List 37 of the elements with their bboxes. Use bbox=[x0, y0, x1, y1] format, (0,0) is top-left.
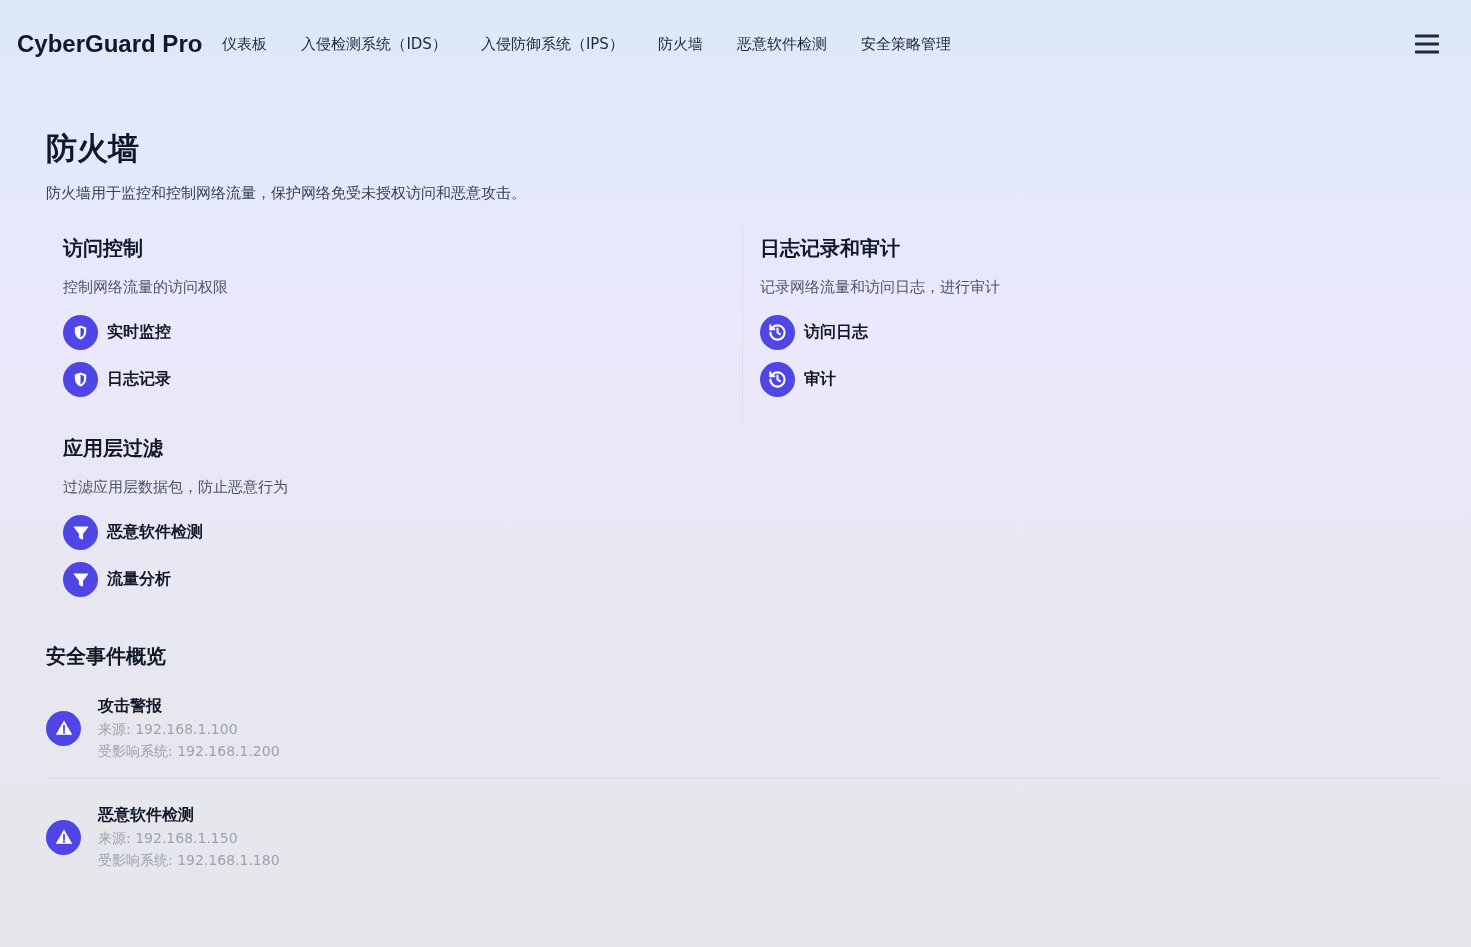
shield-icon bbox=[72, 371, 89, 388]
nav-link[interactable]: 安全策略管理 bbox=[860, 34, 951, 54]
menu-icon bbox=[1415, 34, 1439, 54]
history-icon bbox=[768, 370, 787, 389]
warning-icon bbox=[54, 828, 73, 846]
warning-icon bbox=[54, 719, 73, 737]
feature-label: 审计 bbox=[804, 369, 836, 390]
section-description: 记录网络流量和访问日志，进行审计 bbox=[760, 278, 1001, 297]
nav-link[interactable]: 入侵检测系统（IDS） bbox=[301, 34, 447, 54]
section-title: 日志记录和审计 bbox=[760, 235, 901, 262]
event-title: 恶意软件检测 bbox=[98, 804, 195, 826]
filter-icon bbox=[71, 523, 90, 542]
history-icon bbox=[768, 323, 787, 342]
feature-label: 恶意软件检测 bbox=[107, 522, 203, 543]
feature-label: 流量分析 bbox=[107, 569, 171, 590]
page-description: 防火墙用于监控和控制网络流量，保护网络免受未授权访问和恶意攻击。 bbox=[46, 184, 527, 203]
nav-link[interactable]: 入侵防御系统（IPS） bbox=[480, 34, 624, 54]
event-affected-system: 受影响系统: 192.168.1.200 bbox=[98, 742, 280, 761]
event-source: 来源: 192.168.1.100 bbox=[98, 720, 239, 739]
feature-label: 日志记录 bbox=[107, 369, 171, 390]
event-title: 攻击警报 bbox=[98, 695, 163, 717]
nav-link[interactable]: 仪表板 bbox=[222, 34, 268, 54]
section-description: 控制网络流量的访问权限 bbox=[63, 278, 229, 297]
brand-logo[interactable]: CyberGuard Pro bbox=[17, 30, 203, 58]
event-source: 来源: 192.168.1.150 bbox=[98, 829, 239, 848]
section-title: 应用层过滤 bbox=[63, 435, 164, 462]
section-description: 过滤应用层数据包，防止恶意行为 bbox=[63, 478, 289, 497]
events-title: 安全事件概览 bbox=[46, 643, 167, 670]
nav-link[interactable]: 防火墙 bbox=[657, 34, 703, 54]
section-title: 访问控制 bbox=[63, 235, 144, 262]
feature-label: 访问日志 bbox=[804, 322, 868, 343]
event-affected-system: 受影响系统: 192.168.1.180 bbox=[98, 851, 280, 870]
filter-icon bbox=[71, 570, 90, 589]
nav-link[interactable]: 恶意软件检测 bbox=[736, 34, 827, 54]
feature-label: 实时监控 bbox=[107, 322, 171, 343]
page-title: 防火墙 bbox=[46, 129, 140, 168]
shield-icon bbox=[72, 324, 89, 341]
